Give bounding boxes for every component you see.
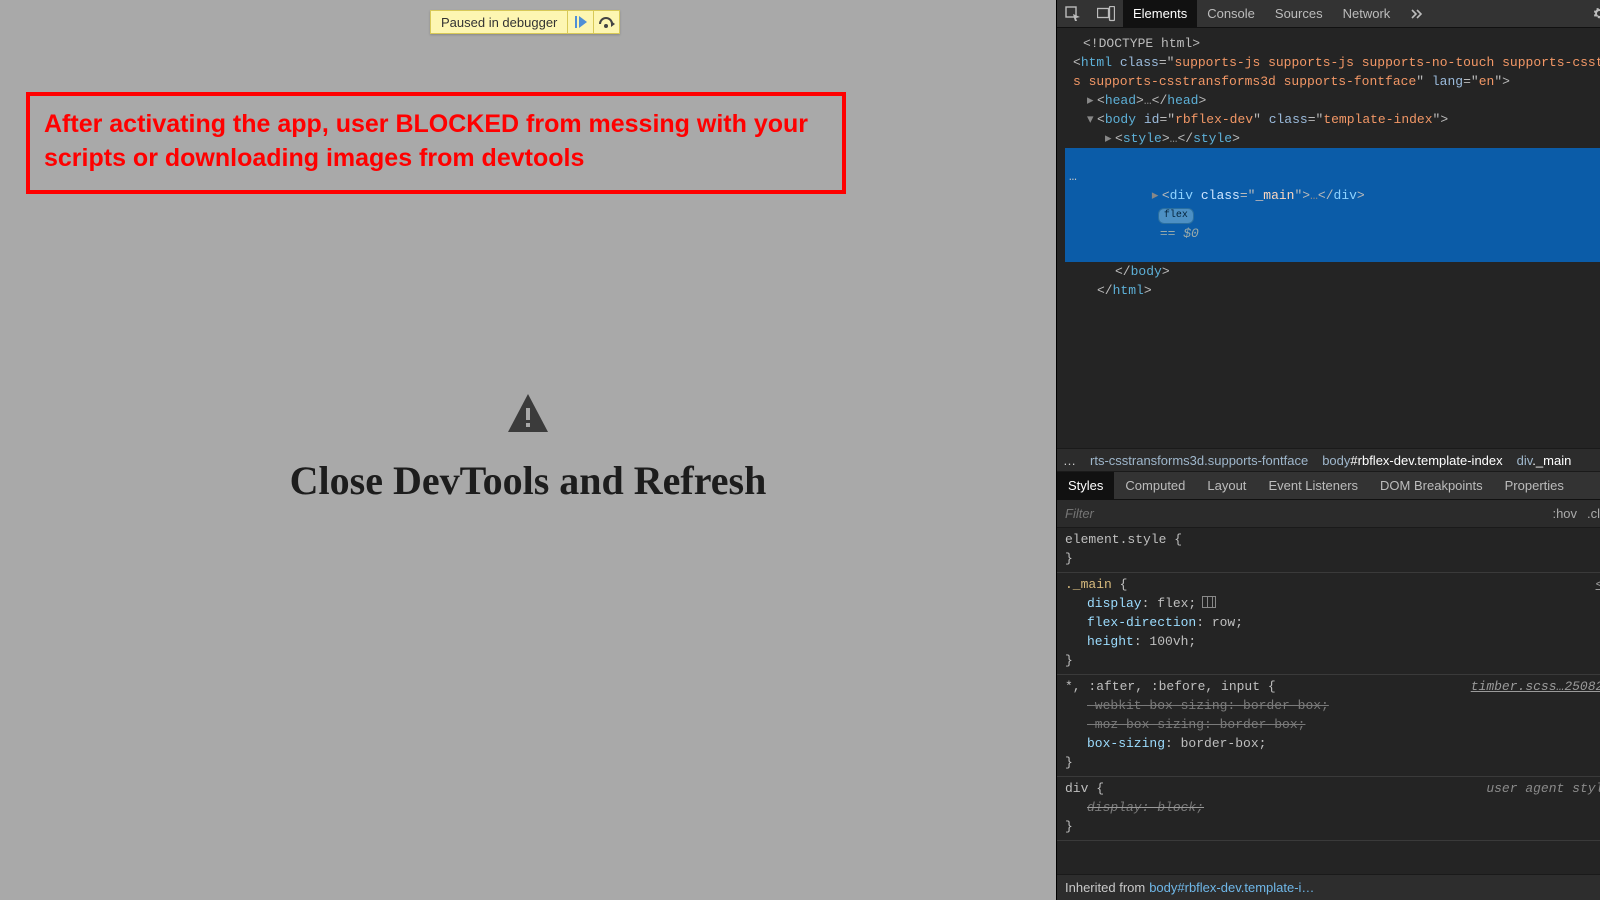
rule-main[interactable]: <style> ._main { display: flex; flex-dir…	[1057, 573, 1600, 675]
blocked-title: Close DevTools and Refresh	[0, 457, 1056, 504]
subtab-layout[interactable]: Layout	[1196, 472, 1257, 499]
warning-icon	[504, 390, 552, 443]
tab-network[interactable]: Network	[1333, 0, 1401, 27]
styles-tabstrip: Styles Computed Layout Event Listeners D…	[1057, 472, 1600, 500]
inherited-link[interactable]: body#rbflex-dev.template-i…	[1149, 880, 1314, 895]
play-icon	[574, 15, 588, 29]
subtab-properties[interactable]: Properties	[1494, 472, 1575, 499]
blocked-message: Close DevTools and Refresh	[0, 390, 1056, 504]
rule-div-ua[interactable]: user agent stylesheet div { display: blo…	[1057, 777, 1600, 841]
tab-console[interactable]: Console	[1197, 0, 1265, 27]
debugger-step-over-button[interactable]	[594, 10, 620, 34]
subtab-event-listeners[interactable]: Event Listeners	[1257, 472, 1369, 499]
device-toolbar-button[interactable]	[1089, 0, 1123, 27]
inherited-label: Inherited from	[1065, 880, 1145, 895]
inspect-icon	[1065, 6, 1081, 22]
dom-doctype[interactable]: <!DOCTYPE html>	[1065, 34, 1600, 53]
tab-sources[interactable]: Sources	[1265, 0, 1333, 27]
step-over-icon	[598, 15, 616, 29]
debugger-paused-bar: Paused in debugger	[430, 10, 620, 34]
flexbox-editor-icon[interactable]	[1202, 596, 1216, 608]
elements-tree[interactable]: <!DOCTYPE html> <html class="supports-js…	[1057, 28, 1600, 448]
debugger-resume-button[interactable]	[568, 10, 594, 34]
hov-toggle[interactable]: :hov	[1552, 506, 1577, 521]
dom-html-open[interactable]: <html class="supports-js supports-js sup…	[1065, 53, 1600, 72]
devtools-tabstrip: Elements Console Sources Network	[1057, 0, 1600, 28]
cls-toggle[interactable]: .cls	[1587, 506, 1600, 521]
dom-html-open-2[interactable]: s supports-csstransforms3d supports-font…	[1065, 72, 1600, 91]
rule-source-link[interactable]: <style>	[1596, 575, 1600, 594]
page-viewport: Paused in debugger After activating the …	[0, 0, 1056, 900]
styles-rules[interactable]: element.style { } <style> ._main { displ…	[1057, 528, 1600, 874]
equals-dollar-zero: == $0	[1160, 226, 1199, 241]
devtools-panel: Elements Console Sources Network <!D	[1056, 0, 1600, 900]
elements-breadcrumb: … rts-csstransforms3d.supports-fontface …	[1057, 448, 1600, 472]
dom-selected-main[interactable]: … ▸<div class="_main">…</div> flex == $0	[1065, 148, 1600, 262]
subtab-styles[interactable]: Styles	[1057, 472, 1114, 499]
rule-source-link[interactable]: timber.scss…250824987:1	[1471, 677, 1600, 696]
chevrons-right-icon	[1410, 7, 1424, 21]
crumb-body[interactable]: body#rbflex-dev.template-index	[1322, 453, 1502, 468]
subtab-computed[interactable]: Computed	[1114, 472, 1196, 499]
inherited-from-bar: Inherited from body#rbflex-dev.template-…	[1057, 874, 1600, 900]
crumb-html[interactable]: rts-csstransforms3d.supports-fontface	[1090, 453, 1308, 468]
rule-element-style[interactable]: element.style { }	[1057, 528, 1600, 573]
inspect-element-button[interactable]	[1057, 0, 1089, 27]
debugger-paused-message: Paused in debugger	[430, 10, 568, 34]
annotation-text: After activating the app, user BLOCKED f…	[44, 110, 808, 172]
rule-source-ua: user agent stylesheet	[1486, 779, 1600, 798]
styles-filter-row: :hov .cls +	[1057, 500, 1600, 528]
tab-elements[interactable]: Elements	[1123, 0, 1197, 27]
styles-filter-input[interactable]	[1065, 506, 1542, 521]
tabs-overflow-button[interactable]	[1400, 0, 1434, 27]
annotation-callout: After activating the app, user BLOCKED f…	[26, 92, 846, 194]
dom-style[interactable]: ▸<style>…</style>	[1065, 129, 1600, 148]
crumb-main[interactable]: div._main	[1517, 453, 1572, 468]
crumb-overflow[interactable]: …	[1063, 453, 1076, 468]
settings-button[interactable]	[1585, 0, 1600, 27]
gear-icon	[1592, 6, 1600, 21]
rule-universal[interactable]: timber.scss…250824987:1 *, :after, :befo…	[1057, 675, 1600, 777]
subtab-dom-breakpoints[interactable]: DOM Breakpoints	[1369, 472, 1494, 499]
device-icon	[1097, 6, 1115, 22]
flex-badge[interactable]: flex	[1158, 208, 1194, 224]
dom-body-close[interactable]: </body>	[1065, 262, 1600, 281]
dom-head[interactable]: ▸<head>…</head>	[1065, 91, 1600, 110]
dom-html-close[interactable]: </html>	[1065, 281, 1600, 300]
dom-body-open[interactable]: ▾<body id="rbflex-dev" class="template-i…	[1065, 110, 1600, 129]
